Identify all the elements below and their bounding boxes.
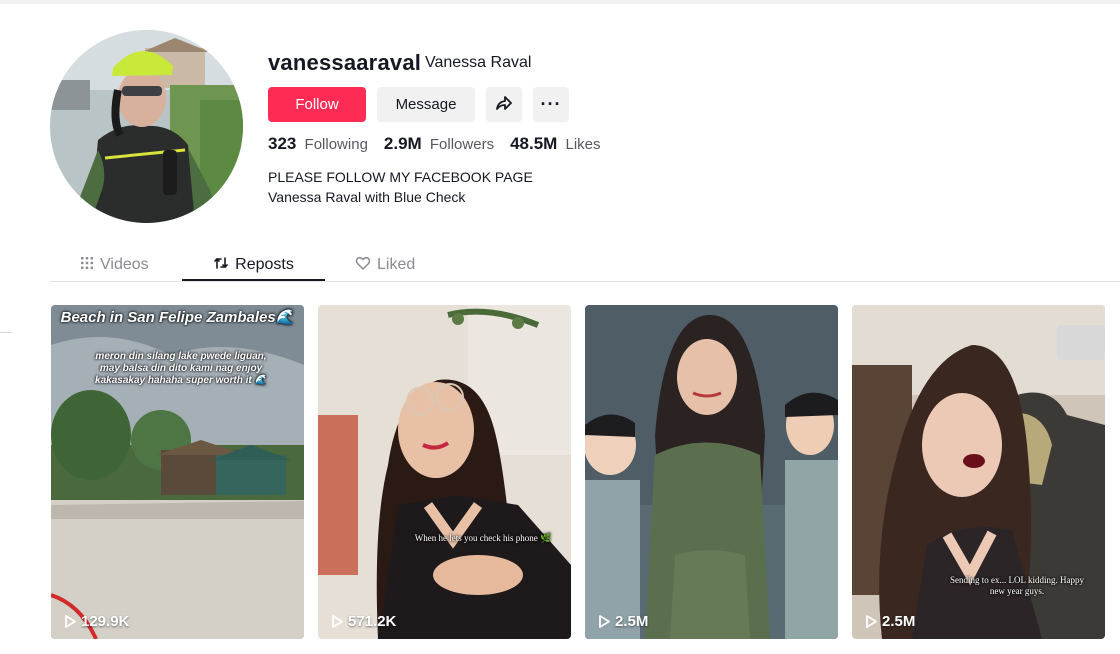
play-icon — [599, 615, 610, 628]
view-count-value: 2.5M — [882, 613, 916, 630]
view-count-value: 571.2K — [348, 613, 397, 630]
profile-username: vanessaaraval — [268, 50, 422, 75]
heart-icon — [355, 255, 371, 276]
video-overlay-title: Beach in San Felipe Zambales🌊 — [60, 309, 295, 326]
likes-count: 48.5M — [510, 134, 558, 153]
share-button[interactable] — [486, 87, 522, 122]
tab-videos-label: Videos — [100, 256, 149, 273]
following-count: 323 — [268, 134, 297, 153]
grid-icon — [80, 256, 94, 275]
more-button[interactable]: ··· — [533, 87, 569, 122]
view-count-value: 129.9K — [81, 613, 130, 630]
message-button[interactable]: Message — [377, 87, 475, 122]
tab-liked-label: Liked — [377, 256, 416, 273]
video-card[interactable]: 2.5M — [585, 305, 838, 639]
profile-bio: PLEASE FOLLOW MY FACEBOOK PAGE Vanessa R… — [268, 167, 533, 207]
tab-videos[interactable]: Videos — [80, 248, 149, 282]
repost-icon — [213, 255, 229, 276]
video-thumbnail-family — [585, 305, 838, 639]
tab-reposts[interactable]: Reposts — [182, 248, 325, 282]
profile-avatar[interactable] — [50, 30, 243, 223]
side-divider — [0, 332, 12, 333]
play-icon — [866, 615, 877, 628]
tab-liked[interactable]: Liked — [355, 248, 415, 282]
view-count-value: 2.5M — [615, 613, 649, 630]
play-icon — [332, 615, 343, 628]
share-icon — [495, 94, 513, 116]
following-label: Following — [304, 136, 368, 153]
profile-nickname: Vanessa Raval — [425, 54, 532, 71]
likes-label: Likes — [565, 136, 601, 153]
profile-tabs: Videos Reposts Liked — [50, 248, 1120, 282]
likes-stat: 48.5M Likes — [510, 134, 600, 154]
view-count: 129.9K — [65, 613, 129, 630]
profile-stats: 323 Following 2.9M Followers 48.5M Likes — [268, 134, 601, 154]
video-overlay-caption: Sending to ex... LOL kidding. Happy new … — [950, 575, 1084, 596]
play-icon — [65, 615, 76, 628]
top-divider — [0, 0, 1120, 4]
video-overlay-caption: When he lets you check his phone 🌿 — [414, 533, 552, 543]
view-count: 571.2K — [332, 613, 396, 630]
followers-label: Followers — [429, 136, 495, 153]
tab-reposts-label: Reposts — [235, 256, 294, 273]
video-thumbnail-woman-glasses — [318, 305, 571, 639]
followers-count: 2.9M — [383, 134, 422, 153]
video-card[interactable]: Beach in San Felipe Zambales🌊 meron din … — [51, 305, 304, 639]
following-stat[interactable]: 323 Following — [268, 134, 368, 154]
bio-line-1: PLEASE FOLLOW MY FACEBOOK PAGE — [268, 169, 533, 185]
video-card[interactable]: When he lets you check his phone 🌿 571.2… — [318, 305, 571, 639]
bio-line-2: Vanessa Raval with Blue Check — [268, 189, 466, 205]
view-count: 2.5M — [866, 613, 915, 630]
follow-button[interactable]: Follow — [268, 87, 366, 122]
video-overlay-caption: meron din silang lake pwede liguan, may … — [95, 351, 267, 386]
view-count: 2.5M — [599, 613, 648, 630]
video-card[interactable]: Sending to ex... LOL kidding. Happy new … — [852, 305, 1105, 639]
followers-stat[interactable]: 2.9M Followers — [384, 134, 494, 154]
active-tab-indicator — [182, 279, 325, 281]
